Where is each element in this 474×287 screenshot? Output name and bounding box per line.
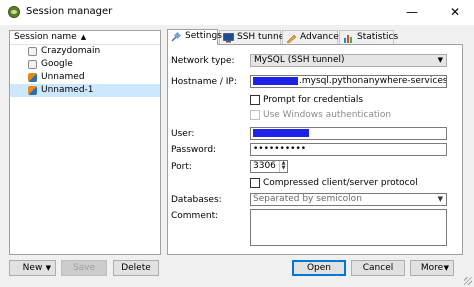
tab-label: Statistics bbox=[357, 32, 399, 42]
network-type-select[interactable]: MySQL (SSH tunnel) ▼ bbox=[250, 54, 447, 67]
network-type-value: MySQL (SSH tunnel) bbox=[254, 55, 345, 65]
session-icon bbox=[28, 60, 37, 69]
title-bar: Session manager — ✕ bbox=[0, 0, 474, 25]
network-type-label: Network type: bbox=[171, 56, 235, 66]
delete-button[interactable]: Delete bbox=[113, 260, 159, 276]
password-label: Password: bbox=[171, 145, 217, 155]
chevron-down-icon: ▼ bbox=[45, 264, 51, 272]
checkbox-box bbox=[250, 95, 260, 105]
session-label: Google bbox=[41, 59, 73, 69]
hostname-label: Hostname / IP: bbox=[171, 77, 237, 87]
session-tree[interactable]: Session name ▲ Crazydomain Google Unnamed… bbox=[9, 30, 161, 255]
tab-label: SSH tunnel bbox=[237, 32, 287, 42]
databases-label: Databases: bbox=[171, 195, 222, 205]
compressed-protocol-checkbox[interactable]: Compressed client/server protocol bbox=[250, 177, 418, 189]
databases-placeholder: Separated by semicolon bbox=[253, 194, 362, 204]
chevron-down-icon: ▼ bbox=[437, 56, 443, 64]
hostname-input[interactable]: .mysql.pythonanywhere-services.com bbox=[250, 75, 447, 88]
comment-textarea[interactable] bbox=[250, 209, 447, 246]
redaction-mark bbox=[253, 76, 298, 85]
password-value: •••••••••• bbox=[253, 144, 307, 154]
redaction-mark bbox=[253, 128, 309, 137]
session-label: Unnamed bbox=[41, 72, 85, 82]
password-input[interactable]: •••••••••• bbox=[250, 143, 447, 156]
windows-auth-checkbox[interactable]: Use Windows authentication bbox=[250, 109, 391, 121]
button-label: Delete bbox=[121, 263, 151, 273]
port-input[interactable]: 3306 ▲ ▼ bbox=[250, 160, 288, 173]
chevron-down-icon: ▼ bbox=[437, 195, 443, 203]
mysql-session-icon bbox=[28, 86, 37, 95]
cancel-button[interactable]: Cancel bbox=[351, 260, 405, 276]
checkbox-label: Prompt for credentials bbox=[263, 95, 364, 105]
close-button[interactable]: ✕ bbox=[440, 0, 470, 25]
new-button[interactable]: New ▼ bbox=[9, 260, 56, 276]
button-bar: New ▼ Save Delete Open Cancel More ▼ bbox=[0, 255, 474, 287]
port-value: 3306 bbox=[253, 161, 276, 171]
session-label: Unnamed-1 bbox=[41, 85, 94, 95]
user-label: User: bbox=[171, 129, 195, 139]
button-label: Open bbox=[306, 263, 332, 273]
mysql-session-icon bbox=[28, 73, 37, 82]
tab-advanced[interactable]: Advanced bbox=[282, 30, 344, 45]
checkbox-label: Use Windows authentication bbox=[263, 110, 392, 120]
minimize-button[interactable]: — bbox=[397, 0, 427, 25]
databases-input[interactable]: Separated by semicolon ▼ bbox=[250, 193, 447, 206]
tab-statistics[interactable]: Statistics bbox=[339, 30, 398, 45]
button-label: More bbox=[420, 263, 444, 273]
session-item-unnamed[interactable]: Unnamed bbox=[10, 71, 160, 84]
bar-chart-icon bbox=[344, 35, 352, 43]
checkbox-label: Compressed client/server protocol bbox=[263, 178, 418, 188]
monitor-icon bbox=[223, 33, 234, 43]
heidisql-app-icon bbox=[8, 6, 20, 18]
button-label: Save bbox=[72, 263, 96, 273]
prompt-credentials-checkbox[interactable]: Prompt for credentials bbox=[250, 94, 363, 106]
button-label: Cancel bbox=[362, 263, 394, 273]
button-label: New bbox=[22, 263, 43, 273]
session-item-google[interactable]: Google bbox=[10, 58, 160, 71]
user-input[interactable] bbox=[250, 127, 447, 140]
session-item-crazydomain[interactable]: Crazydomain bbox=[10, 45, 160, 58]
save-button[interactable]: Save bbox=[61, 260, 107, 276]
chevron-down-icon: ▼ bbox=[443, 264, 449, 272]
tab-ssh-tunnel[interactable]: SSH tunnel bbox=[219, 30, 287, 45]
settings-panel: Network type: MySQL (SSH tunnel) ▼ Hostn… bbox=[167, 44, 463, 255]
tab-label: Advanced bbox=[300, 32, 345, 42]
port-label: Port: bbox=[171, 162, 192, 172]
session-icon bbox=[28, 47, 37, 56]
open-button[interactable]: Open bbox=[292, 260, 346, 276]
sort-ascending-icon: ▲ bbox=[80, 33, 87, 41]
session-item-unnamed-1[interactable]: Unnamed-1 bbox=[10, 84, 160, 97]
resize-grip-icon[interactable] bbox=[464, 277, 472, 285]
comment-label: Comment: bbox=[171, 211, 219, 221]
session-label: Crazydomain bbox=[41, 46, 101, 56]
session-name-column-header[interactable]: Session name ▲ bbox=[10, 31, 160, 45]
checkbox-box bbox=[250, 110, 260, 120]
tab-label: Settings bbox=[185, 31, 222, 41]
column-header-label: Session name bbox=[14, 32, 77, 42]
tab-settings[interactable]: Settings bbox=[167, 29, 222, 45]
port-spinner[interactable]: ▲ ▼ bbox=[279, 161, 287, 172]
pencil-icon bbox=[286, 34, 297, 43]
plug-icon bbox=[171, 32, 182, 42]
checkbox-box bbox=[250, 178, 260, 188]
more-button[interactable]: More ▼ bbox=[410, 260, 454, 276]
hostname-value: .mysql.pythonanywhere-services.com bbox=[299, 76, 446, 86]
window-title: Session manager bbox=[26, 6, 113, 17]
